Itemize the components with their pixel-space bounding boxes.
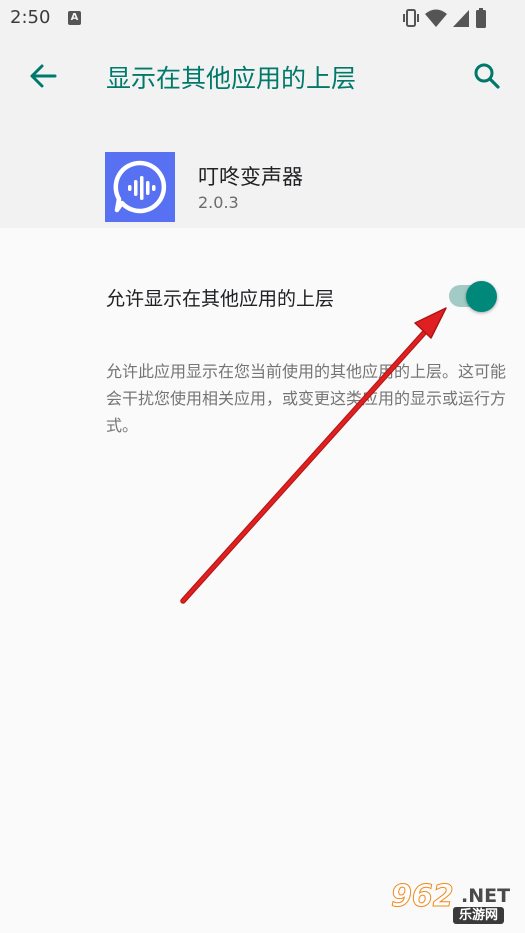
- page-title: 显示在其他应用的上层: [106, 64, 357, 93]
- vibrate-icon: [403, 9, 419, 27]
- watermark-domain: .NET: [461, 885, 511, 907]
- setting-description: 允许此应用显示在您当前使用的其他应用的上层。这可能会干扰您使用相关应用，或变更这…: [106, 362, 507, 435]
- back-button[interactable]: [22, 56, 62, 96]
- status-bar: 2:50 A: [0, 0, 525, 36]
- voice-bubble-icon: [113, 160, 167, 214]
- overlay-permission-switch[interactable]: [466, 281, 497, 312]
- search-icon: [474, 63, 500, 89]
- signal-icon: [453, 10, 469, 27]
- notification-a-icon: A: [68, 11, 81, 25]
- wifi-icon: [425, 9, 447, 27]
- app-icon: [105, 152, 175, 222]
- overlay-permission-row[interactable]: 允许显示在其他应用的上层: [0, 255, 525, 335]
- status-time: 2:50: [10, 7, 51, 28]
- app-version: 2.0.3: [198, 193, 239, 212]
- app-name: 叮咚变声器: [198, 165, 303, 189]
- watermark-logo: 962 .NET 乐游网: [389, 877, 517, 927]
- overlay-permission-label: 允许显示在其他应用的上层: [106, 288, 335, 310]
- app-bar: 显示在其他应用的上层: [0, 36, 525, 118]
- battery-icon: [476, 8, 486, 28]
- watermark-site: 乐游网: [453, 907, 505, 924]
- arrow-back-icon: [30, 64, 57, 88]
- search-button[interactable]: [467, 56, 507, 96]
- status-icons: [403, 8, 486, 28]
- app-header: 叮咚变声器 2.0.3: [0, 118, 525, 228]
- watermark-number: 962: [391, 879, 455, 915]
